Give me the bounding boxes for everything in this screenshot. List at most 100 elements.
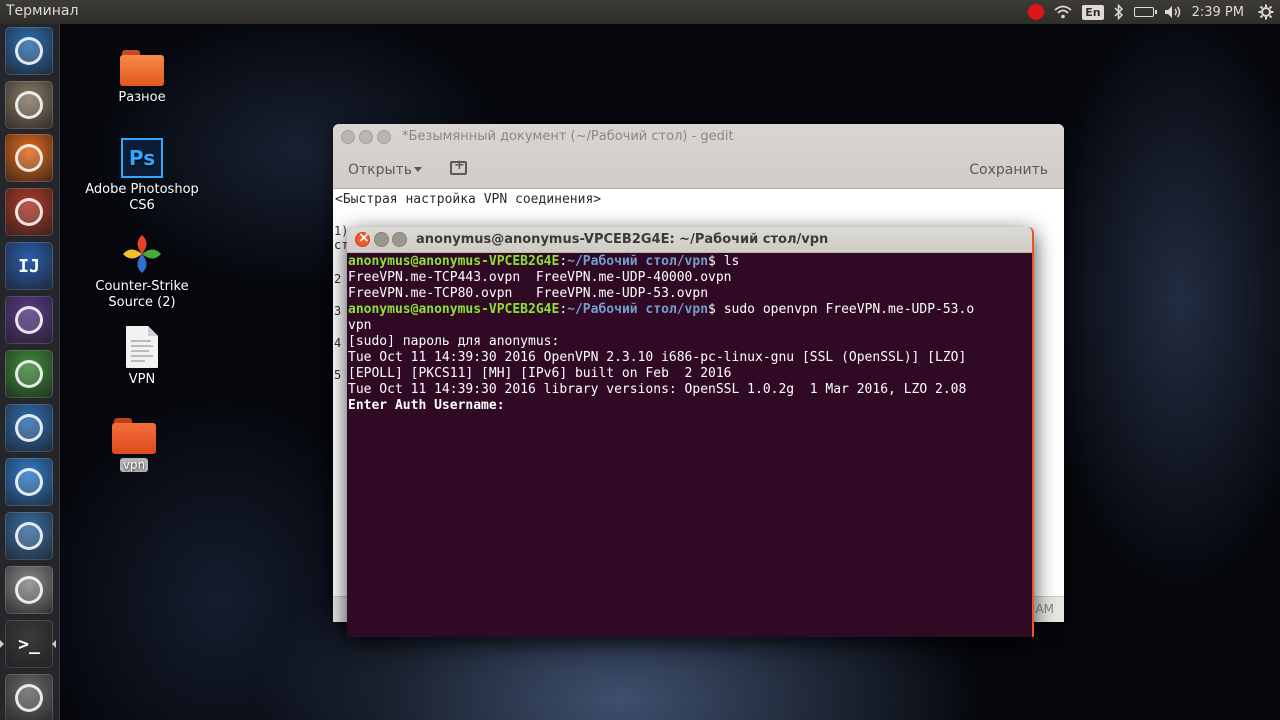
prompt-path: ~/Рабочий стол/vpn bbox=[567, 254, 709, 269]
terminal-line: [sudo] пароль для anonymus: bbox=[348, 334, 560, 349]
terminal-line: vpn bbox=[348, 318, 372, 333]
terminal-close-button[interactable] bbox=[355, 230, 370, 247]
firefox-icon[interactable] bbox=[5, 134, 53, 182]
gedit-text-fragment: 4 bbox=[334, 336, 342, 350]
desktop-icon-label: Adobe Photoshop CS6 bbox=[85, 182, 199, 213]
new-tab-icon[interactable] bbox=[450, 158, 467, 175]
launcher-emblem bbox=[15, 144, 43, 172]
keyboard-indicator[interactable]: En bbox=[1082, 0, 1104, 24]
launcher-emblem bbox=[15, 522, 43, 550]
gedit-text-fragment: 3 bbox=[334, 304, 342, 318]
launcher-emblem bbox=[15, 576, 43, 604]
gedit-headerbar: *Безымянный документ (~/Рабочий стол) - … bbox=[333, 124, 1064, 189]
terminal-minimize-button[interactable] bbox=[374, 232, 389, 247]
system-settings-icon[interactable] bbox=[5, 188, 53, 236]
desktop-icon-raznoe[interactable]: Разное bbox=[82, 50, 202, 105]
desktop-icon-photoshop[interactable]: Ps Adobe Photoshop CS6 bbox=[82, 138, 202, 214]
ubuntu-dash-icon[interactable] bbox=[5, 27, 53, 75]
chevron-down-icon[interactable] bbox=[414, 167, 422, 172]
desktop-icon-label: vpn bbox=[119, 458, 149, 472]
terminal-window-title: anonymus@anonymus-VPCEB2G4E: ~/Рабочий с… bbox=[416, 232, 829, 247]
desktop-icon-vpn-document[interactable]: VPN bbox=[82, 326, 202, 387]
terminal-line: FreeVPN.me-TCP443.ovpn FreeVPN.me-UDP-40… bbox=[348, 270, 732, 285]
gedit-status-text: AM bbox=[1035, 602, 1054, 616]
launcher: IJ >_ bbox=[0, 24, 60, 720]
gedit-maximize-button[interactable] bbox=[377, 130, 391, 144]
command-text: ls bbox=[715, 254, 740, 269]
network-globe-icon[interactable] bbox=[5, 350, 53, 398]
desktop-icon-label: VPN bbox=[128, 372, 156, 387]
launcher-emblem bbox=[15, 37, 43, 65]
trash-icon[interactable] bbox=[5, 674, 53, 720]
terminal-line: FreeVPN.me-TCP80.ovpn FreeVPN.me-UDP-53.… bbox=[348, 286, 709, 301]
terminal-titlebar[interactable]: anonymus@anonymus-VPCEB2G4E: ~/Рабочий с… bbox=[347, 227, 1032, 253]
gear-icon bbox=[1258, 4, 1274, 20]
launcher-emblem bbox=[15, 414, 43, 442]
text-editor-icon[interactable] bbox=[5, 566, 53, 614]
speaker-icon bbox=[1164, 6, 1180, 18]
terminal-line: Tue Oct 11 14:39:30 2016 OpenVPN 2.3.10 … bbox=[348, 350, 967, 365]
network-indicator[interactable] bbox=[1054, 0, 1072, 24]
file-manager-icon[interactable] bbox=[5, 81, 53, 129]
prompt-user: anonymus@anonymus-VPCEB2G4E bbox=[348, 302, 560, 317]
clock[interactable]: 2:39 PM bbox=[1192, 0, 1244, 24]
recording-indicator[interactable] bbox=[1028, 0, 1045, 24]
command-text: sudo openvpn FreeVPN.me-UDP-53.o bbox=[715, 302, 975, 317]
gedit-open-button[interactable]: Открыть bbox=[348, 162, 412, 178]
battery-icon bbox=[1133, 7, 1157, 17]
battery-indicator[interactable] bbox=[1133, 0, 1157, 24]
gedit-close-button[interactable] bbox=[341, 130, 355, 144]
bluetooth-icon bbox=[1114, 4, 1123, 20]
gedit-save-button[interactable]: Сохранить bbox=[969, 162, 1048, 178]
active-app-title: Терминал bbox=[6, 3, 79, 19]
photoshop-icon: Ps bbox=[121, 138, 163, 178]
focused-indicator bbox=[52, 640, 56, 648]
desktop-icon-vpn-folder[interactable]: vpn bbox=[74, 418, 194, 473]
water-drop-icon[interactable] bbox=[5, 404, 53, 452]
text-document-icon bbox=[126, 326, 158, 368]
launcher-emblem bbox=[15, 306, 43, 334]
folder-body bbox=[120, 55, 164, 86]
record-icon bbox=[1028, 4, 1045, 20]
prompt-path: ~/Рабочий стол/vpn bbox=[567, 302, 709, 317]
counter-strike-icon bbox=[121, 233, 163, 275]
keyboard-layout-badge: En bbox=[1082, 4, 1104, 20]
desktop-icon-counter-strike[interactable]: Counter-Strike Source (2) bbox=[82, 233, 202, 311]
folder-icon bbox=[112, 418, 156, 454]
terminal-line: anonymus@anonymus-VPCEB2G4E:~/Рабочий ст… bbox=[348, 254, 740, 269]
launcher-emblem bbox=[15, 684, 43, 712]
launcher-glyph: >_ bbox=[18, 633, 40, 655]
terminal-line: Tue Oct 11 14:39:30 2016 library version… bbox=[348, 382, 967, 397]
session-menu[interactable] bbox=[1258, 0, 1274, 24]
running-indicator bbox=[0, 640, 4, 648]
top-panel: Терминал En 2:39 PM bbox=[0, 0, 1280, 24]
terminal-icon[interactable]: >_ bbox=[5, 620, 53, 668]
intellij-icon[interactable]: IJ bbox=[5, 242, 53, 290]
gedit-window-title: *Безымянный документ (~/Рабочий стол) - … bbox=[402, 129, 734, 144]
launcher-emblem bbox=[15, 91, 43, 119]
indicator-area: En 2:39 PM bbox=[1028, 0, 1280, 24]
bluetooth-indicator[interactable] bbox=[1114, 0, 1124, 24]
wifi-icon bbox=[1054, 5, 1072, 19]
gedit-text-line[interactable]: <Быстрая настройка VPN соединения> bbox=[335, 192, 601, 207]
launcher-emblem bbox=[15, 198, 43, 226]
gedit-text-fragment: 2 bbox=[334, 272, 342, 286]
sound-indicator[interactable] bbox=[1164, 0, 1182, 24]
desktop-icon-label: Разное bbox=[118, 90, 166, 105]
folder-body bbox=[112, 423, 156, 454]
terminal-line: [EPOLL] [PKCS11] [MH] [IPv6] built on Fe… bbox=[348, 366, 732, 381]
chromium-icon[interactable] bbox=[5, 458, 53, 506]
launcher-glyph: IJ bbox=[18, 255, 40, 277]
launcher-emblem bbox=[15, 360, 43, 388]
desktop-icon-label: Counter-Strike Source (2) bbox=[95, 279, 189, 310]
gedit-minimize-button[interactable] bbox=[359, 130, 373, 144]
terminal-line: anonymus@anonymus-VPCEB2G4E:~/Рабочий ст… bbox=[348, 302, 975, 317]
screenshot-tool-icon[interactable] bbox=[5, 512, 53, 560]
folder-icon bbox=[120, 50, 164, 86]
eclipse-icon[interactable] bbox=[5, 296, 53, 344]
terminal-window: anonymus@anonymus-VPCEB2G4E: ~/Рабочий с… bbox=[347, 227, 1034, 637]
launcher-emblem bbox=[15, 468, 43, 496]
terminal-maximize-button[interactable] bbox=[392, 232, 407, 247]
terminal-auth-prompt[interactable]: Enter Auth Username: bbox=[348, 398, 1032, 414]
terminal-output[interactable]: anonymus@anonymus-VPCEB2G4E:~/Рабочий ст… bbox=[348, 253, 1032, 637]
